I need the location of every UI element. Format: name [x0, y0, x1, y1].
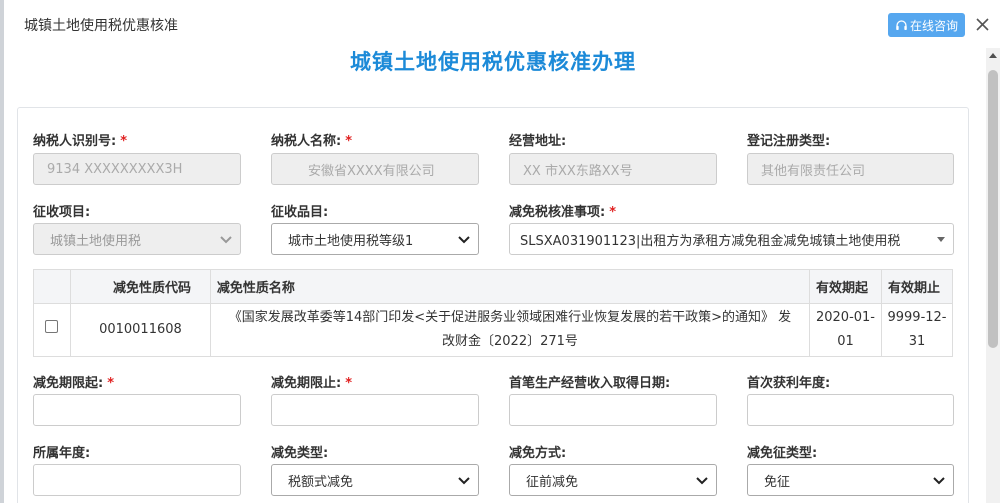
registration-type-field[interactable]: 其他有限责任公司 [747, 153, 954, 185]
exemption-method-label: 减免方式: [509, 446, 567, 461]
exemption-method-value: 征前减免 [526, 474, 579, 490]
online-consult-button[interactable]: 在线咨询 [888, 13, 965, 37]
exemption-type-value: 税额式减免 [288, 474, 354, 490]
caret-down-icon [937, 237, 945, 242]
scrollbar-thumb[interactable] [988, 70, 998, 348]
header-exemption-name: 减免性质名称 [209, 269, 811, 304]
first-profit-year-input[interactable] [747, 394, 954, 426]
exemption-type-label: 减免类型: [271, 446, 329, 461]
page-title: 城镇土地使用税优惠核准办理 [350, 50, 636, 74]
exemption-levy-type-label: 减免征类型: [747, 446, 818, 461]
exemption-start-label: 减免期限起: * [33, 376, 115, 391]
online-consult-label: 在线咨询 [909, 18, 958, 33]
row-valid-to-line1: 9999-12- [887, 310, 947, 325]
header-checkbox-cell [33, 269, 71, 304]
header-valid-from: 有效期起 [809, 269, 882, 304]
row-valid-to-line2: 31 [908, 334, 926, 349]
headset-icon [896, 19, 907, 30]
row-valid-from-line2: 01 [837, 334, 854, 349]
exemption-end-label: 减免期限止: * [271, 376, 353, 391]
levy-product-value: 城市土地使用税等级1 [288, 233, 414, 249]
vertical-scrollbar[interactable] [986, 48, 1000, 503]
row-exemption-name: 《国家发展改革委等14部门印发<关于促进服务业领域困难行业恢复发展的若干政策>的… [209, 303, 811, 357]
header-valid-to: 有效期止 [880, 269, 954, 304]
exemption-start-input[interactable] [33, 394, 241, 426]
first-income-date-label: 首笔生产经营收入取得日期: [509, 376, 671, 391]
taxpayer-id-label: 纳税人识别号: * [33, 134, 128, 149]
row-exemption-name-line1: 《国家发展改革委等14部门印发<关于促进服务业领域困难行业恢复发展的若干政策>的… [228, 310, 792, 325]
close-button[interactable] [972, 14, 992, 34]
exemption-end-input[interactable] [271, 394, 479, 426]
taxpayer-name-label: 纳税人名称: * [271, 134, 353, 149]
row-valid-from: 2020-01- 01 [809, 303, 882, 357]
levy-product-select[interactable]: 城市土地使用税等级1 [271, 223, 479, 255]
exemption-type-select[interactable]: 税额式减免 [271, 464, 479, 496]
levy-item-value: 城镇土地使用税 [50, 233, 142, 249]
exemption-matter-value: SLSXA031901123|出租方为承租方减免租金减免城镇土地使用税 [520, 233, 901, 249]
business-address-field[interactable]: XX 市XX东路XX号 [509, 153, 717, 185]
dialog-titlebar: 城镇土地使用税优惠核准 在线咨询 [4, 0, 1000, 48]
chevron-down-icon [220, 236, 232, 244]
exemption-method-select[interactable]: 征前减免 [509, 464, 717, 496]
row-valid-to: 9999-12- 31 [880, 303, 954, 357]
dialog-title: 城镇土地使用税优惠核准 [24, 18, 178, 34]
row-checkbox[interactable] [45, 320, 59, 333]
taxpayer-name-field[interactable]: 安徽省XXXX有限公司 [271, 153, 479, 185]
close-icon [975, 17, 989, 31]
exemption-nature-table: 减免性质代码 减免性质名称 有效期起 有效期止 0010011608 《国家发展… [33, 269, 954, 357]
levy-item-label: 征收项目: [33, 205, 91, 220]
row-checkbox-cell [33, 303, 71, 357]
business-address-label: 经营地址: [509, 134, 567, 149]
chevron-down-icon [696, 477, 708, 485]
row-exemption-code: 0010011608 [69, 303, 211, 357]
table-header-row: 减免性质代码 减免性质名称 有效期起 有效期止 [33, 269, 954, 304]
first-profit-year-label: 首次获利年度: [747, 376, 831, 391]
header-exemption-code: 减免性质代码 [69, 269, 211, 304]
first-income-date-input[interactable] [509, 394, 717, 426]
chevron-down-icon [933, 477, 945, 485]
levy-item-select[interactable]: 城镇土地使用税 [33, 223, 241, 255]
levy-product-label: 征收品目: [271, 205, 329, 220]
row-valid-from-line1: 2020-01- [815, 310, 875, 325]
year-input[interactable] [33, 464, 241, 496]
row-exemption-name-line2: 改财金〔2022〕271号 [442, 334, 578, 349]
exemption-levy-type-value: 免征 [764, 474, 791, 490]
year-label: 所属年度: [33, 446, 91, 461]
exemption-matter-label: 减免税核准事项: * [509, 205, 617, 220]
chevron-down-icon [458, 477, 470, 485]
table-row[interactable]: 0010011608 《国家发展改革委等14部门印发<关于促进服务业领域困难行业… [33, 303, 954, 357]
chevron-down-icon [458, 236, 470, 244]
taxpayer-id-field[interactable]: 9134 XXXXXXXXX3H [33, 153, 241, 185]
exemption-matter-select[interactable]: SLSXA031901123|出租方为承租方减免租金减免城镇土地使用税 [509, 223, 954, 255]
scroll-up-arrow-icon[interactable] [986, 52, 1000, 62]
exemption-levy-type-select[interactable]: 免征 [747, 464, 954, 496]
registration-type-label: 登记注册类型: [747, 134, 831, 149]
